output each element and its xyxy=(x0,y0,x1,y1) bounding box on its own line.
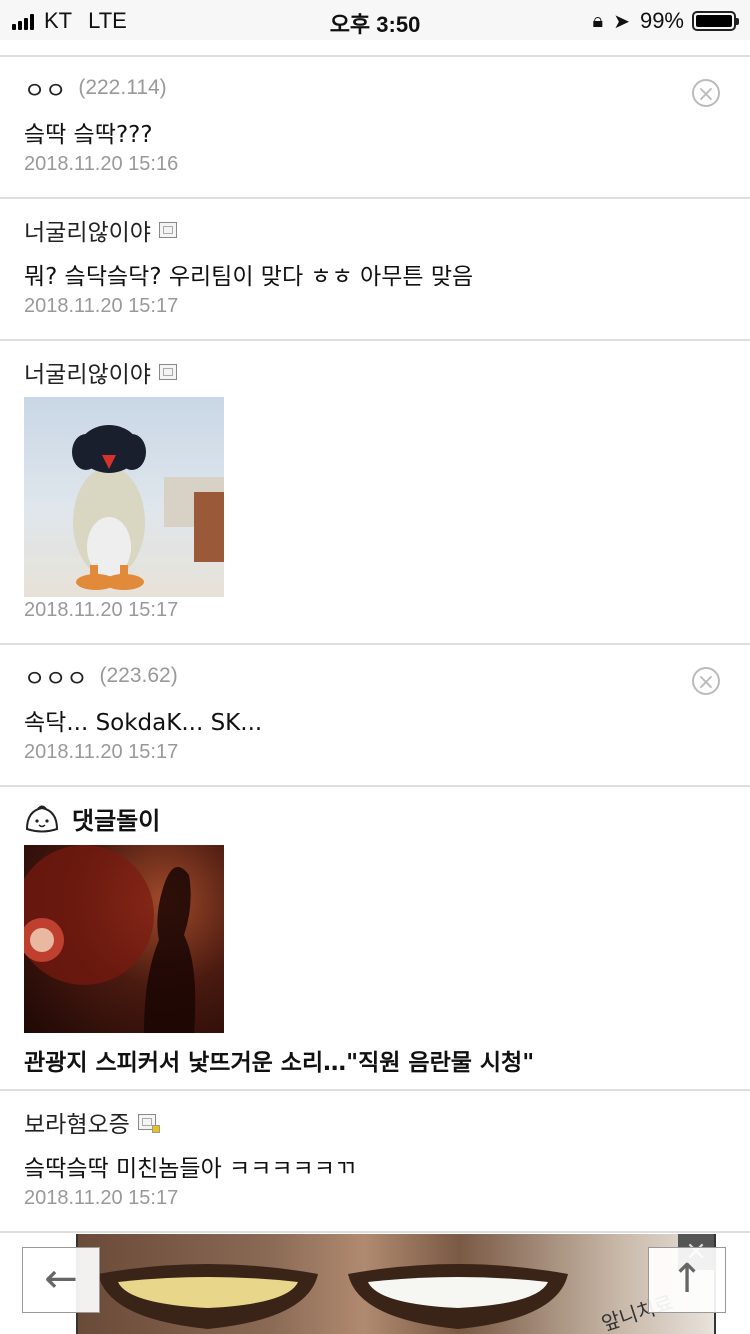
dumpling-bot-icon xyxy=(25,805,59,832)
status-right: 🔒︎ ➤ 99% xyxy=(592,8,739,34)
comment-header: 너굴리않이야 xyxy=(24,213,177,247)
news-thumbnail[interactable] xyxy=(24,845,224,1033)
comment-author[interactable]: 보라혐오증 xyxy=(24,1105,130,1139)
bot-news-card: 댓글돌이 관광지 스피커서 낯뜨거운 소리…"직원 음란물 시청" xyxy=(0,787,750,1091)
comment-item: ㅇㅇㅇ (223.62) × 속닥... SokdaK... SK... 201… xyxy=(0,645,750,787)
comment-author[interactable]: 너굴리않이야 xyxy=(24,213,151,247)
rotation-lock-icon: 🔒︎ xyxy=(592,9,604,32)
news-title-link[interactable]: 관광지 스피커서 낯뜨거운 소리…"직원 음란물 시청" xyxy=(24,1043,534,1077)
comment-date: 2018.11.20 15:17 xyxy=(24,599,179,621)
comment-ip: (223.62) xyxy=(99,664,178,687)
comment-author[interactable]: ㅇㅇ xyxy=(24,71,66,105)
news-thumbnail-art xyxy=(24,845,196,1033)
penguin-illustration xyxy=(72,425,224,590)
comment-item: 보라혐오증 슼딱슼딱 미친놈들아 ㅋㅋㅋㅋㅋㄲ 2018.11.20 15:17 xyxy=(0,1091,750,1233)
delete-comment-button[interactable]: × xyxy=(692,667,720,695)
gallery-profile-icon[interactable] xyxy=(137,1114,160,1133)
up-arrow-icon: ↑ xyxy=(670,1256,704,1302)
back-arrow-icon: ← xyxy=(44,1256,78,1302)
comment-header: 보라혐오증 xyxy=(24,1105,160,1139)
comment-date: 2018.11.20 15:17 xyxy=(24,1187,179,1209)
comment-text: 슼딱 슼딱??? xyxy=(24,122,153,148)
comment-date: 2018.11.20 15:16 xyxy=(24,153,179,175)
comment-date: 2018.11.20 15:17 xyxy=(24,741,179,763)
ad-banner[interactable]: 앞니치료 × xyxy=(76,1234,716,1334)
gallery-profile-icon[interactable] xyxy=(158,222,177,238)
comment-text: 뭐? 슼닥슼닥? 우리팀이 맞다 ㅎㅎ 아무튼 맞음 xyxy=(24,264,474,290)
comment-item: 너굴리않이야 뭐? 슼닥슼닥? 우리팀이 맞다 ㅎㅎ 아무튼 맞음 2018.1… xyxy=(0,199,750,341)
comment-date: 2018.11.20 15:17 xyxy=(24,295,179,317)
location-arrow-icon: ➤ xyxy=(613,10,630,33)
comment-header: 너굴리않이야 xyxy=(24,355,177,389)
bot-name[interactable]: 댓글돌이 xyxy=(72,801,160,836)
comment-text: 속닥... SokdaK... SK... xyxy=(24,710,263,736)
comment-text: 슼딱슼딱 미친놈들아 ㅋㅋㅋㅋㅋㄲ xyxy=(24,1156,357,1182)
comment-item: ㅇㅇ (222.114) × 슼딱 슼딱??? 2018.11.20 15:16 xyxy=(0,57,750,199)
comment-ip: (222.114) xyxy=(78,76,167,99)
battery-percent: 99% xyxy=(639,8,684,33)
status-bar: KT LTE 오후 3:50 🔒︎ ➤ 99% xyxy=(0,0,750,40)
back-button[interactable]: ← xyxy=(22,1247,100,1313)
delete-comment-button[interactable]: × xyxy=(692,79,720,107)
comment-author[interactable]: ㅇㅇㅇ xyxy=(24,659,87,693)
battery-icon xyxy=(692,11,739,31)
comment-image-penguin[interactable] xyxy=(24,397,224,597)
scroll-top-button[interactable]: ↑ xyxy=(648,1247,726,1313)
comment-header: ㅇㅇㅇ (223.62) xyxy=(24,659,178,693)
bot-header: 댓글돌이 xyxy=(24,801,160,836)
comment-item: 너굴리않이야 2018.11.20 15:17 xyxy=(0,341,750,645)
gallery-profile-icon[interactable] xyxy=(158,364,177,380)
comment-header: ㅇㅇ (222.114) xyxy=(24,71,167,105)
comment-author[interactable]: 너굴리않이야 xyxy=(24,355,151,389)
